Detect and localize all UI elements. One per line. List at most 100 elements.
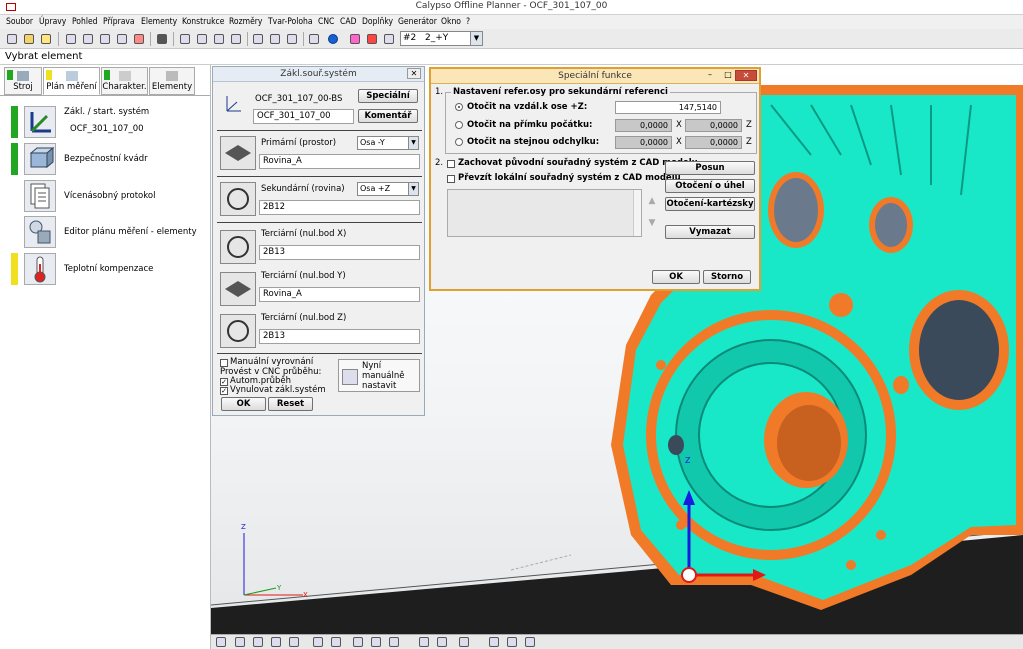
tab-stroj[interactable]: Stroj xyxy=(4,67,42,95)
plane-icon[interactable] xyxy=(220,136,256,170)
menu-generator[interactable]: Generátor xyxy=(398,17,437,27)
take-local-checkbox[interactable] xyxy=(447,175,455,183)
rotate-deviation-x-field[interactable]: 0,0000 xyxy=(615,136,672,149)
pan-icon[interactable] xyxy=(369,635,383,649)
minimize-icon[interactable]: – xyxy=(703,70,717,81)
save-icon[interactable] xyxy=(39,32,53,46)
tools-icon[interactable] xyxy=(229,32,243,46)
menu-cnc[interactable]: CNC xyxy=(318,17,334,27)
print2-icon[interactable] xyxy=(268,32,282,46)
rotate-distance-field[interactable]: 147,5140 xyxy=(615,101,721,114)
auto-run-checkbox[interactable]: ✓ xyxy=(220,378,228,386)
manual-align-checkbox[interactable] xyxy=(220,359,228,367)
rotate-cartesian-button[interactable]: Otočení-kartézsky xyxy=(665,197,755,211)
tab-elementy[interactable]: Elementy xyxy=(149,67,195,95)
cut-icon[interactable] xyxy=(64,32,78,46)
tertiary-y-field[interactable]: Rovina_A xyxy=(259,287,420,302)
zoom-out-icon[interactable] xyxy=(505,635,519,649)
menu-rozmery[interactable]: Rozměry xyxy=(229,17,262,27)
print-icon[interactable] xyxy=(251,32,265,46)
menu-okno[interactable]: Okno xyxy=(441,17,461,27)
ok-button[interactable]: OK xyxy=(652,270,700,284)
comment-button[interactable]: Komentář xyxy=(358,109,418,123)
circle-icon[interactable] xyxy=(220,314,256,348)
move-icon[interactable] xyxy=(351,635,365,649)
list-item-plan-editor[interactable]: Editor plánu měření - elementy xyxy=(0,215,210,249)
delete-button[interactable]: Vymazat xyxy=(665,225,755,239)
hand-icon[interactable] xyxy=(387,635,401,649)
view2-icon[interactable] xyxy=(251,635,265,649)
tab-charakter[interactable]: Charakter. xyxy=(101,67,148,95)
rotate-angle-button[interactable]: Otočení o úhel xyxy=(665,179,755,193)
feature3-icon[interactable] xyxy=(212,32,226,46)
secondary-field[interactable]: 2B12 xyxy=(259,200,420,215)
feature-icon[interactable] xyxy=(178,32,192,46)
view5-icon[interactable] xyxy=(311,635,325,649)
binoculars-icon[interactable] xyxy=(155,32,169,46)
list-item-multi-report[interactable]: Vícenásobný protokol xyxy=(0,179,210,213)
close-icon[interactable]: ✕ xyxy=(407,68,421,79)
cnc-stop-icon[interactable] xyxy=(382,32,396,46)
help-icon[interactable] xyxy=(326,32,340,46)
view6-icon[interactable] xyxy=(329,635,343,649)
circle-icon[interactable] xyxy=(220,182,256,216)
list-item-safety-box[interactable]: Bezpečnostní kvádr xyxy=(0,142,210,176)
rotate-line-z-field[interactable]: 0,0000 xyxy=(685,119,742,132)
menu-priprava[interactable]: Příprava xyxy=(103,17,135,27)
manual-set-button[interactable]: Nyní manuálně nastavit xyxy=(338,359,420,392)
menu-doplnky[interactable]: Doplňky xyxy=(362,17,393,27)
close-icon[interactable]: ✕ xyxy=(735,70,757,81)
arrow-up-icon[interactable]: ▲ xyxy=(645,196,659,210)
zoom-all-icon[interactable] xyxy=(523,635,537,649)
select-icon[interactable] xyxy=(214,635,228,649)
chevron-down-icon[interactable]: ▼ xyxy=(470,32,482,45)
new-icon[interactable] xyxy=(5,32,19,46)
edit-icon[interactable] xyxy=(115,32,129,46)
circle-icon[interactable] xyxy=(220,230,256,264)
tertiary-z-field[interactable]: 2B13 xyxy=(259,329,420,344)
rotate-distance-radio[interactable] xyxy=(455,103,463,111)
menu-pohled[interactable]: Pohled xyxy=(72,17,98,27)
system-name-field[interactable]: OCF_301_107_00 xyxy=(253,109,354,124)
scrollbar[interactable] xyxy=(633,190,641,236)
rotate-left-icon[interactable] xyxy=(417,635,431,649)
list-item-base-system[interactable]: Zákl. / start. systém OCF_301_107_00 xyxy=(0,105,210,139)
menu-konstrukce[interactable]: Konstrukce xyxy=(182,17,224,27)
zoom-in-icon[interactable] xyxy=(487,635,501,649)
maximize-icon[interactable]: □ xyxy=(721,70,735,81)
primary-field[interactable]: Rovina_A xyxy=(259,154,420,169)
list-item-temperature[interactable]: Teplotní kompenzace xyxy=(0,252,210,286)
copy-icon[interactable] xyxy=(81,32,95,46)
machine-icon[interactable] xyxy=(307,32,321,46)
axis-view-icon[interactable] xyxy=(457,635,471,649)
stylus-combo[interactable]: #2 2_+Y ▼ xyxy=(400,31,483,46)
view4-icon[interactable] xyxy=(287,635,301,649)
reset-button[interactable]: Reset xyxy=(268,397,313,411)
rotate-deviation-z-field[interactable]: 0,0000 xyxy=(685,136,742,149)
reset-system-checkbox[interactable]: ✓ xyxy=(220,387,228,395)
cnc-start-icon[interactable] xyxy=(365,32,379,46)
menu-upravy[interactable]: Úpravy xyxy=(39,17,66,27)
report-icon[interactable] xyxy=(285,32,299,46)
menu-help[interactable]: ? xyxy=(466,17,470,27)
view3-icon[interactable] xyxy=(269,635,283,649)
probe-icon[interactable] xyxy=(348,32,362,46)
menu-tvar-poloha[interactable]: Tvar-Poloha xyxy=(268,17,313,27)
rotate-line-x-field[interactable]: 0,0000 xyxy=(615,119,672,132)
menu-cad[interactable]: CAD xyxy=(340,17,356,27)
menu-elementy[interactable]: Elementy xyxy=(141,17,177,27)
view1-icon[interactable] xyxy=(233,635,247,649)
open-icon[interactable] xyxy=(22,32,36,46)
secondary-axis-select[interactable]: Osa +Z ▼ xyxy=(357,182,419,196)
special-button[interactable]: Speciální xyxy=(358,89,418,103)
keep-cad-checkbox[interactable] xyxy=(447,160,455,168)
feature2-icon[interactable] xyxy=(195,32,209,46)
rotate-right-icon[interactable] xyxy=(435,635,449,649)
tertiary-x-field[interactable]: 2B13 xyxy=(259,245,420,260)
undo-icon[interactable] xyxy=(132,32,146,46)
arrow-down-icon[interactable]: ▼ xyxy=(645,218,659,232)
tab-plan-mereni[interactable]: Plán měření xyxy=(43,67,100,95)
shift-button[interactable]: Posun xyxy=(665,161,755,175)
plane-icon[interactable] xyxy=(220,272,256,306)
ok-button[interactable]: OK xyxy=(221,397,266,411)
